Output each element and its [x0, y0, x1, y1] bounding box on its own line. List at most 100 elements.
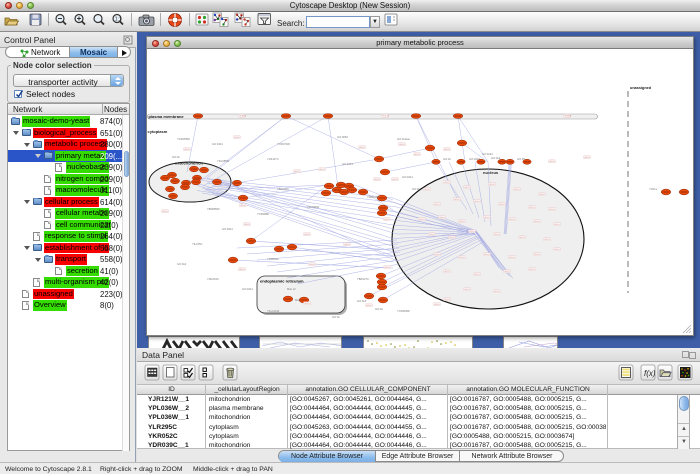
svg-text:GO:0: GO:0 [484, 217, 490, 219]
svg-text:GO:05: GO:05 [517, 157, 525, 161]
svg-text:YLR08: YLR08 [239, 116, 246, 118]
svg-text:YBR208C: YBR208C [277, 187, 289, 191]
svg-text:GO:0s: GO:0s [375, 307, 383, 311]
svg-text:YOR388C: YOR388C [257, 212, 269, 216]
svg-text:GO:0: GO:0 [392, 179, 398, 181]
svg-text:GO:0: GO:0 [366, 305, 372, 307]
svg-text:GO:0: GO:0 [439, 217, 445, 219]
svg-text:GO:0: GO:0 [449, 237, 455, 239]
svg-text:plasma membrane: plasma membrane [149, 114, 185, 119]
svg-text:GO:0: GO:0 [359, 147, 365, 149]
svg-text:YBR127C: YBR127C [357, 277, 369, 281]
svg-text:GO:0: GO:0 [504, 271, 510, 273]
svg-text:GO:0: GO:0 [434, 204, 440, 206]
svg-text:GO:0: GO:0 [534, 254, 540, 256]
svg-text:GO:0: GO:0 [319, 169, 325, 171]
svg-text:GO:0: GO:0 [539, 194, 545, 196]
svg-text:GO:0: GO:0 [554, 249, 560, 251]
svg-text:GO:0: GO:0 [294, 171, 300, 173]
svg-text:GO:0s: GO:0s [332, 315, 340, 319]
svg-text:cytoplasm: cytoplasm [148, 129, 168, 134]
svg-text:GO:0: GO:0 [344, 244, 350, 246]
svg-text:YPL036W: YPL036W [307, 205, 320, 209]
svg-text:GO:0: GO:0 [444, 149, 450, 151]
svg-text:GO:0s2: GO:0s2 [177, 262, 187, 266]
svg-text:YJR1s: YJR1s [649, 187, 658, 191]
svg-text:GO:0: GO:0 [444, 299, 450, 301]
svg-text:GO:0: GO:0 [489, 184, 495, 186]
svg-text:GO:0: GO:0 [544, 239, 550, 241]
svg-text:GO:0: GO:0 [184, 149, 190, 151]
svg-text:GO:0s: GO:0s [443, 157, 451, 161]
svg-text:Mito: Mito [295, 298, 301, 302]
svg-text:GO:0: GO:0 [464, 289, 470, 291]
svg-text:GO:0: GO:0 [494, 234, 500, 236]
svg-text:GO:0441: GO:0441 [222, 227, 233, 231]
svg-text:GO:0: GO:0 [444, 182, 450, 184]
svg-text:GO:0: GO:0 [434, 254, 440, 256]
svg-text:GO:0: GO:0 [239, 269, 245, 271]
svg-text:GO:0: GO:0 [434, 304, 440, 306]
svg-text:YDR34: YDR34 [564, 116, 572, 118]
svg-text:GO:0: GO:0 [304, 303, 310, 305]
svg-text:1:1: 1:1 [115, 17, 122, 23]
svg-text:GO:0: GO:0 [549, 209, 555, 211]
svg-text:GO:0: GO:0 [240, 205, 246, 207]
svg-text:GO:0: GO:0 [424, 189, 430, 191]
svg-text:GO:0441: GO:0441 [342, 162, 353, 166]
svg-text:GO:0: GO:0 [554, 224, 560, 226]
svg-text:GO:0: GO:0 [384, 219, 390, 221]
svg-text:GO:0: GO:0 [584, 157, 590, 159]
svg-text:GO:0: GO:0 [484, 254, 490, 256]
svg-text:Mito s2: Mito s2 [287, 287, 296, 291]
svg-text:YML054C: YML054C [207, 277, 219, 281]
svg-text:GO:0: GO:0 [419, 219, 425, 221]
svg-text:GO:0: GO:0 [459, 221, 465, 223]
svg-text:GO:0: GO:0 [162, 211, 168, 213]
svg-text:YGR055W: YGR055W [177, 137, 190, 141]
svg-text:YOR374W: YOR374W [277, 142, 290, 146]
svg-text:GO:0443: GO:0443 [469, 157, 480, 161]
svg-text:YKR052C: YKR052C [267, 257, 279, 261]
svg-text:GO:0s3: GO:0s3 [357, 299, 367, 303]
svg-text:YIL155C: YIL155C [192, 242, 203, 246]
svg-text:GO:0: GO:0 [534, 221, 540, 223]
svg-text:GO:0441: GO:0441 [212, 142, 223, 146]
svg-text:GO:0: GO:0 [474, 201, 480, 203]
svg-text:GO:0: GO:0 [374, 179, 380, 181]
svg-text:GO:0: GO:0 [514, 189, 520, 191]
svg-text:GO:0: GO:0 [519, 237, 525, 239]
svg-text:GO:0: GO:0 [499, 204, 505, 206]
svg-text:GO:0: GO:0 [309, 264, 315, 266]
svg-text:YOR065W: YOR065W [397, 309, 410, 313]
svg-text:GO:0: GO:0 [414, 154, 420, 156]
svg-text:YKL141W: YKL141W [267, 309, 280, 313]
svg-text:YBR085W: YBR085W [207, 207, 220, 211]
svg-text:GO:0: GO:0 [549, 161, 555, 163]
svg-text:GO:0: GO:0 [529, 269, 535, 271]
svg-text:YMR110C: YMR110C [367, 195, 379, 199]
svg-text:GO:0value: GO:0value [397, 137, 410, 141]
svg-text:GO:0: GO:0 [509, 257, 515, 259]
svg-text:GO:0s: GO:0s [172, 155, 180, 159]
svg-text:GO:0: GO:0 [304, 234, 310, 236]
svg-text:GO:0: GO:0 [444, 271, 450, 273]
svg-text:GO:0: GO:0 [474, 274, 480, 276]
svg-text:GO:0: GO:0 [464, 187, 470, 189]
svg-text:GO:0: GO:0 [454, 199, 460, 201]
svg-text:GO:0441: GO:0441 [242, 287, 253, 291]
svg-text:GO:0: GO:0 [529, 207, 535, 209]
svg-text:GO:0: GO:0 [494, 291, 500, 293]
svg-text:YOL10: YOL10 [382, 116, 390, 118]
svg-text:GO:0: GO:0 [234, 137, 240, 139]
svg-text:YDL085W: YDL085W [217, 159, 230, 163]
svg-text:GO:0s34: GO:0s34 [482, 152, 493, 156]
svg-text:GO:0: GO:0 [399, 144, 405, 146]
svg-text:GO:0s: GO:0s [412, 187, 420, 191]
svg-text:f(x): f(x) [644, 369, 656, 378]
svg-text:endoplasmic reticulum: endoplasmic reticulum [260, 279, 304, 284]
svg-text:unassigned: unassigned [630, 86, 652, 90]
svg-text:GO:0s4: GO:0s4 [491, 156, 501, 160]
svg-text:YLR447C: YLR447C [267, 157, 279, 161]
svg-text:GO:0: GO:0 [384, 267, 390, 269]
